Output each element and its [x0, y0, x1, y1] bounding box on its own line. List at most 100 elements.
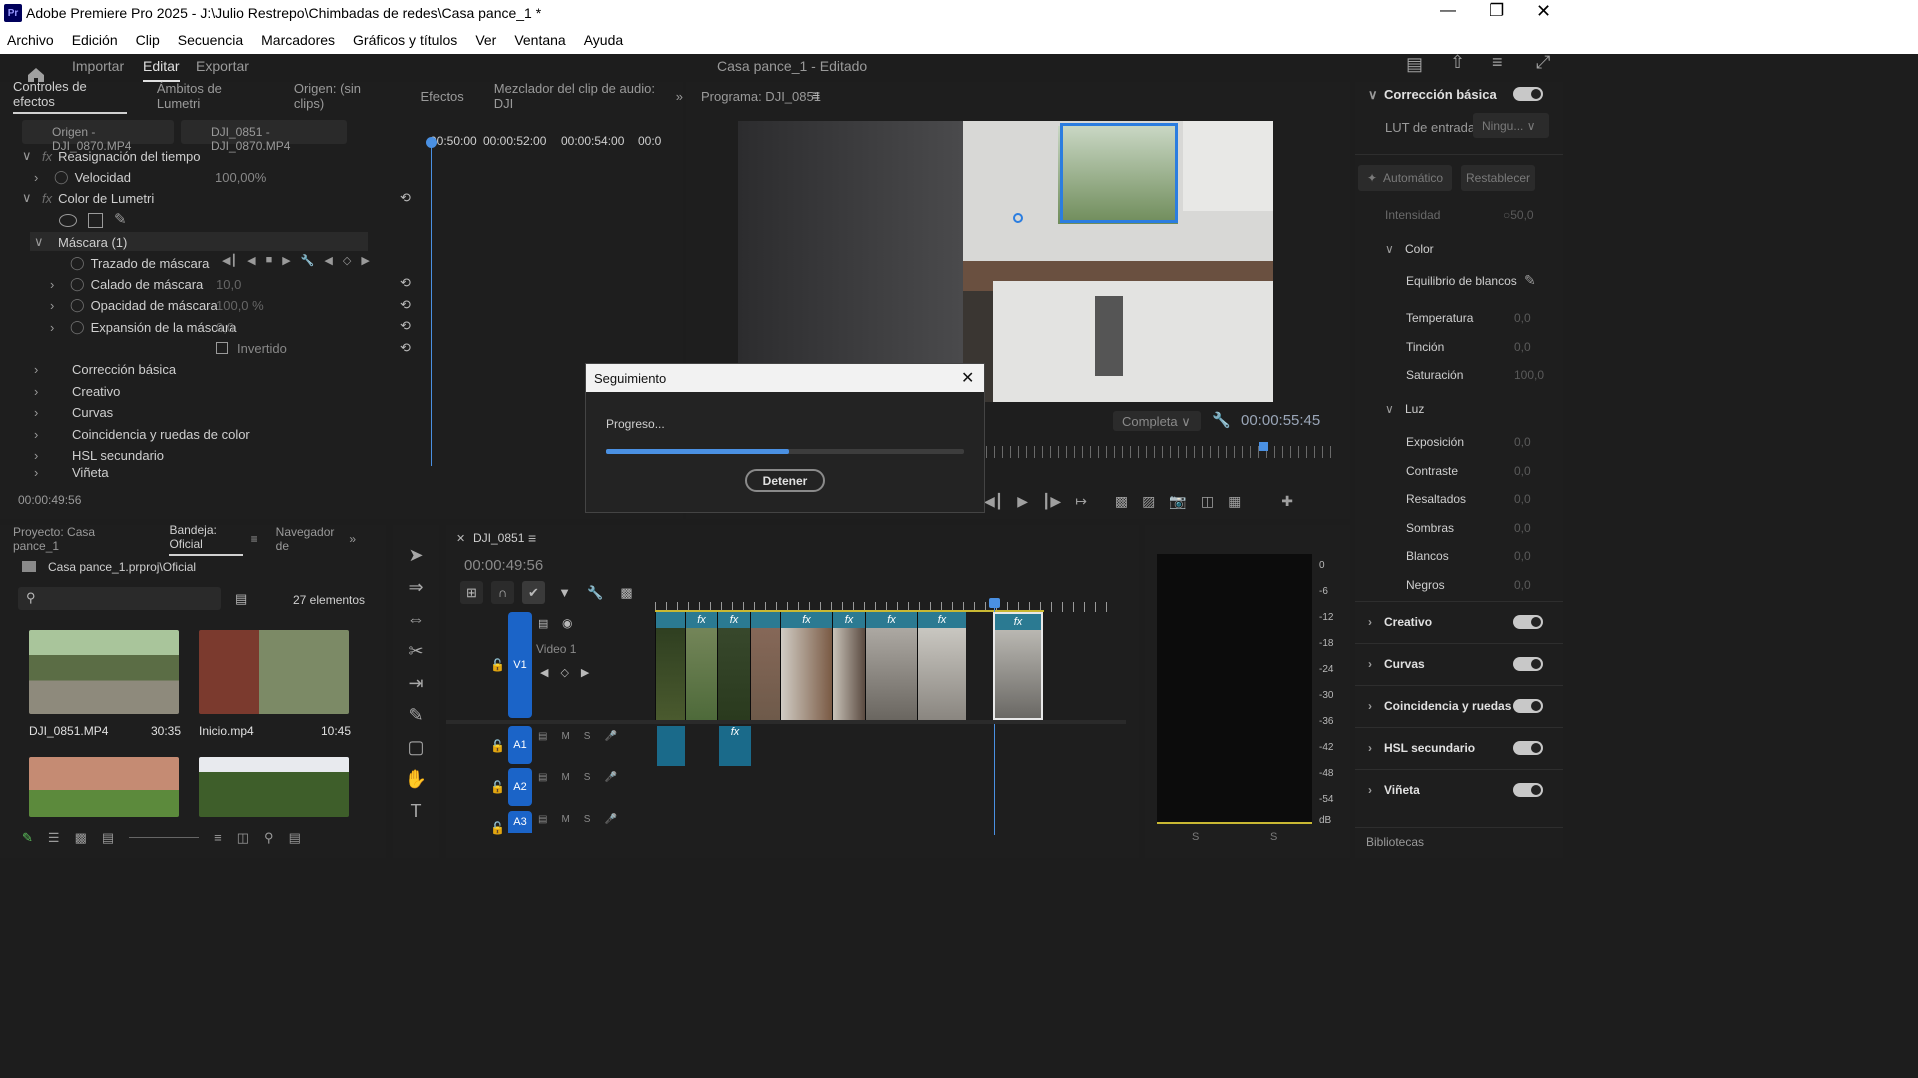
- lift-icon[interactable]: ▩: [1115, 493, 1128, 510]
- step-forward-icon[interactable]: ┃▶: [1042, 493, 1061, 510]
- pen-mask-icon[interactable]: ✎: [114, 210, 127, 228]
- solo-button[interactable]: S: [584, 731, 591, 742]
- search-input[interactable]: ⚲: [18, 587, 221, 610]
- next-keyframe-icon[interactable]: ▶: [361, 254, 369, 267]
- whites-value[interactable]: 0,0: [1514, 549, 1531, 563]
- creative-toggle[interactable]: [1513, 615, 1543, 629]
- settings-wrench-icon[interactable]: 🔧: [1212, 411, 1231, 429]
- toggle-sync-icon[interactable]: ▤: [538, 731, 547, 742]
- menu-marcadores[interactable]: Marcadores: [261, 32, 335, 48]
- new-bin-icon[interactable]: ▤: [289, 830, 301, 846]
- tab-project[interactable]: Proyecto: Casa pance_1: [13, 525, 127, 553]
- comparison-icon[interactable]: ◫: [1201, 493, 1214, 510]
- exposure-value[interactable]: 0,0: [1514, 435, 1531, 449]
- reset-icon[interactable]: ⟲: [400, 318, 411, 334]
- hsl-section[interactable]: HSL secundario: [1384, 741, 1475, 755]
- play-icon[interactable]: ▶: [1017, 493, 1028, 510]
- section-creativo[interactable]: Creativo: [72, 384, 120, 399]
- tab-effects[interactable]: Efectos: [420, 89, 463, 104]
- clip-thumbnail[interactable]: [199, 757, 349, 817]
- stop-button[interactable]: Detener: [745, 469, 825, 492]
- mute-button[interactable]: M: [561, 814, 569, 825]
- v1-keyframe-nav[interactable]: ◀◇▶: [540, 666, 601, 679]
- timeline-close-icon[interactable]: ✕: [456, 532, 465, 545]
- list-view-icon[interactable]: ☰: [48, 830, 60, 846]
- track-select-tool-icon[interactable]: ⇒: [408, 577, 423, 598]
- program-menu-icon[interactable]: ≡: [812, 87, 820, 103]
- automate-icon[interactable]: ◫: [237, 830, 249, 846]
- eyedropper-icon[interactable]: ✎: [1524, 272, 1536, 289]
- snap-icon[interactable]: ∩: [491, 581, 514, 604]
- inverted-checkbox[interactable]: [216, 342, 228, 354]
- toggle-sync-icon[interactable]: ▤: [538, 772, 547, 783]
- camera-icon[interactable]: 📷: [1169, 493, 1186, 510]
- light-section[interactable]: Luz: [1405, 402, 1424, 416]
- mute-button[interactable]: M: [561, 772, 569, 783]
- fullscreen-icon[interactable]: ⤢: [1536, 52, 1550, 73]
- a2-lock-icon[interactable]: 🔓: [490, 780, 505, 794]
- menu-ventana[interactable]: Ventana: [514, 32, 565, 48]
- clip-thumbnail-inicio[interactable]: [199, 630, 349, 714]
- restore-icon[interactable]: ❐: [1489, 1, 1504, 21]
- type-tool-icon[interactable]: T: [411, 801, 422, 822]
- a1-lock-icon[interactable]: 🔓: [490, 739, 505, 753]
- mask-track-controls[interactable]: ◀┃ ◀ ■ ▶ 🔧 ◀ ◇ ▶: [222, 254, 370, 267]
- ec-playhead[interactable]: [431, 138, 432, 466]
- dialog-close-icon[interactable]: ✕: [961, 368, 974, 388]
- share-icon[interactable]: ⇧: [1450, 52, 1465, 73]
- vignette-section[interactable]: Viñeta: [1384, 783, 1420, 797]
- track-backward-all-icon[interactable]: ◀┃: [222, 254, 237, 267]
- tab-importar[interactable]: Importar: [72, 56, 124, 76]
- rectangle-tool-icon[interactable]: ▢: [407, 737, 424, 758]
- menu-clip[interactable]: Clip: [136, 32, 160, 48]
- section-correccion[interactable]: Corrección básica: [72, 362, 176, 377]
- find-icon[interactable]: ⚲: [264, 830, 274, 846]
- add-button-icon[interactable]: ✚: [1281, 493, 1293, 510]
- clip-thumbnail[interactable]: [29, 757, 179, 817]
- section-hsl[interactable]: HSL secundario: [72, 448, 164, 463]
- timeline-clip[interactable]: fx: [865, 612, 917, 720]
- program-scrubber[interactable]: [986, 446, 1332, 458]
- go-to-out-icon[interactable]: ↦: [1075, 493, 1087, 510]
- extract-icon[interactable]: ▨: [1142, 493, 1155, 510]
- track-forward-icon[interactable]: ▶: [282, 254, 290, 267]
- tab-lumetri-scopes[interactable]: Ámbitos de Lumetri: [157, 81, 264, 111]
- reset-icon[interactable]: ⟲: [400, 275, 411, 291]
- menu-ver[interactable]: Ver: [475, 32, 496, 48]
- close-icon[interactable]: ✕: [1536, 1, 1551, 22]
- solo-channel-button[interactable]: S: [1270, 831, 1277, 843]
- new-bin-icon[interactable]: ▤: [235, 591, 247, 607]
- section-coincidencia[interactable]: Coincidencia y ruedas de color: [72, 427, 250, 442]
- mic-icon[interactable]: 🎤: [604, 731, 616, 742]
- timeline-menu-icon[interactable]: ≡: [528, 530, 536, 546]
- expansion-value[interactable]: 0,0: [216, 320, 234, 335]
- tab-source[interactable]: Origen: (sin clips): [294, 81, 391, 111]
- tab-exportar[interactable]: Exportar: [196, 56, 249, 76]
- toggle-sync-icon[interactable]: ▤: [538, 814, 547, 825]
- menu-edicion[interactable]: Edición: [72, 32, 118, 48]
- razor-tool-icon[interactable]: ✂: [408, 641, 423, 662]
- section-curvas[interactable]: Curvas: [72, 405, 113, 420]
- opacity-value[interactable]: 100,0 %: [216, 298, 264, 313]
- menu-graficos[interactable]: Gráficos y títulos: [353, 32, 457, 48]
- zoom-slider[interactable]: [129, 830, 200, 838]
- v1-lock-icon[interactable]: 🔓: [490, 658, 505, 672]
- vignette-toggle[interactable]: [1513, 783, 1543, 797]
- feather-value[interactable]: 10,0: [216, 277, 241, 292]
- speed-value[interactable]: 100,00%: [215, 170, 266, 185]
- freeform-view-icon[interactable]: ▤: [102, 830, 114, 846]
- a3-target[interactable]: A3: [508, 811, 532, 833]
- prev-keyframe-icon[interactable]: ◀: [324, 254, 332, 267]
- overflow-icon[interactable]: »: [349, 532, 356, 546]
- reset-button[interactable]: Restablecer: [1461, 165, 1535, 191]
- pen-tool-icon[interactable]: ✎: [408, 705, 423, 726]
- bin-menu-icon[interactable]: ≡: [251, 532, 258, 546]
- basic-correction-header[interactable]: Corrección básica: [1384, 87, 1497, 102]
- source-clip-selector[interactable]: Origen - DJI_0870.MP4: [22, 120, 174, 153]
- basic-correction-toggle[interactable]: [1513, 87, 1543, 101]
- program-playhead-handle[interactable]: [1259, 442, 1268, 451]
- tab-bin[interactable]: Bandeja: Oficial: [169, 523, 243, 556]
- audio-clip[interactable]: [657, 726, 685, 766]
- ripple-edit-tool-icon[interactable]: ⇔: [407, 609, 425, 630]
- solo-button[interactable]: S: [584, 814, 591, 825]
